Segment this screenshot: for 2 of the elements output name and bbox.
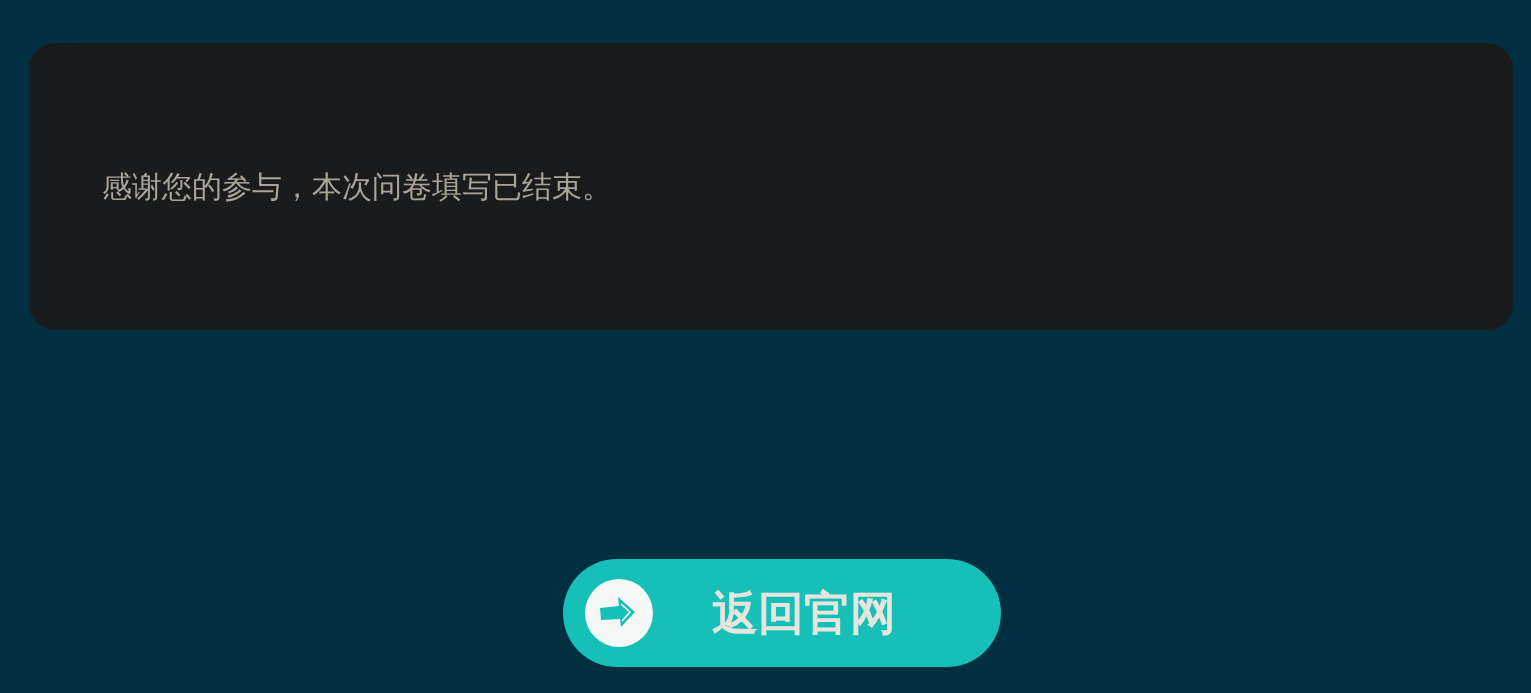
completion-message: 感谢您的参与，本次问卷填写已结束。: [102, 168, 612, 205]
return-button[interactable]: 返回官网: [563, 559, 1001, 667]
